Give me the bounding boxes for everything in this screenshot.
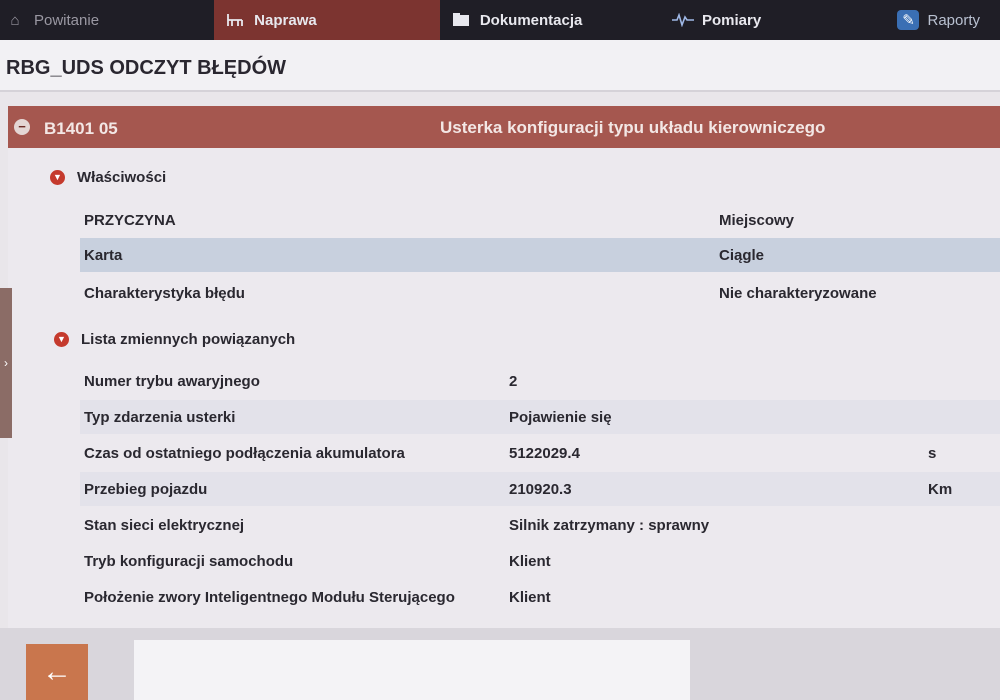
page-title: RBG_UDS ODCZYT BŁĘDÓW [6, 57, 286, 79]
tab-powitanie-label: Powitanie [34, 11, 100, 29]
bottom-info-panel [134, 640, 690, 700]
variable-value: Silnik zatrzymany : sprawny [509, 517, 710, 534]
variable-label: Numer trybu awaryjnego [84, 373, 260, 390]
tab-raporty-label: Raporty [927, 11, 981, 29]
chevron-right-icon: › [4, 356, 8, 370]
property-row: PRZYCZYNA Miejscowy [80, 203, 1000, 237]
variable-row: Położenie zwory Inteligentnego Modułu St… [80, 580, 1000, 614]
tab-raporty[interactable]: ✎ Raporty [889, 0, 1000, 40]
property-label: Karta [84, 247, 123, 264]
top-navigation: ⌂ Powitanie Naprawa Dokumentacja Pomiary… [0, 0, 1000, 40]
variable-row: Czas od ostatniego podłączenia akumulato… [80, 436, 1000, 470]
tab-powitanie[interactable]: ⌂ Powitanie [0, 0, 214, 40]
variable-value: 5122029.4 [509, 445, 580, 462]
fault-description: Usterka konfiguracji typu układu kierown… [440, 118, 826, 137]
variable-row: Typ zdarzenia usterki Pojawienie się [80, 400, 1000, 434]
title-bar: RBG_UDS ODCZYT BŁĘDÓW [0, 40, 1000, 92]
waveform-icon [672, 10, 694, 30]
tab-dokumentacja[interactable]: Dokumentacja [440, 0, 660, 40]
fault-code: B1401 05 [44, 119, 118, 138]
chevron-down-icon: ▼ [54, 332, 69, 347]
properties-section-header[interactable]: ▼ Właściwości [50, 169, 166, 186]
variable-row: Numer trybu awaryjnego 2 [80, 364, 1000, 398]
variable-value: Pojawienie się [509, 409, 612, 426]
property-row: Charakterystyka błędu Nie charakteryzowa… [80, 276, 1000, 310]
property-value: Miejscowy [719, 212, 795, 229]
tab-naprawa-label: Naprawa [254, 11, 317, 29]
variable-label: Typ zdarzenia usterki [84, 409, 236, 426]
variable-label: Tryb konfiguracji samochodu [84, 553, 294, 570]
variable-label: Położenie zwory Inteligentnego Modułu St… [84, 589, 455, 606]
home-icon: ⌂ [10, 11, 20, 29]
tab-naprawa[interactable]: Naprawa [214, 0, 440, 40]
variable-value: Klient [509, 589, 551, 606]
report-icon: ✎ [897, 10, 920, 30]
property-label: PRZYCZYNA [84, 212, 176, 229]
properties-heading: Właściwości [77, 169, 167, 186]
workbench-icon [224, 10, 246, 30]
property-value: Nie charakteryzowane [719, 285, 877, 302]
folder-icon [450, 10, 472, 30]
property-row: Karta Ciągle [80, 238, 1000, 272]
tab-pomiary-label: Pomiary [702, 11, 762, 29]
chevron-down-icon: ▼ [50, 170, 65, 185]
variable-row: Tryb konfiguracji samochodu Klient [80, 544, 1000, 578]
variable-value: 2 [509, 373, 518, 390]
property-value: Ciągle [719, 247, 765, 264]
fault-header[interactable]: − B1401 05 Usterka konfiguracji typu ukł… [8, 106, 1000, 148]
variable-value: Klient [509, 553, 551, 570]
variable-unit: s [928, 445, 937, 462]
collapse-icon[interactable]: − [14, 119, 30, 135]
variable-row: Przebieg pojazdu 210920.3 Km [80, 472, 1000, 506]
side-panel-handle[interactable]: › [0, 288, 12, 438]
tab-dokumentacja-label: Dokumentacja [479, 11, 583, 29]
back-button[interactable]: ← [26, 644, 88, 700]
variable-label: Przebieg pojazdu [84, 481, 208, 498]
bottom-toolbar: ← [0, 628, 1000, 700]
variable-unit: Km [928, 481, 953, 498]
variables-heading: Lista zmiennych powiązanych [81, 331, 296, 348]
variable-row: Stan sieci elektrycznej Silnik zatrzyman… [80, 508, 1000, 542]
arrow-left-icon: ← [42, 655, 72, 688]
variable-label: Stan sieci elektrycznej [84, 517, 245, 534]
variable-value: 210920.3 [509, 481, 572, 498]
tab-pomiary[interactable]: Pomiary [660, 0, 889, 40]
fault-detail-panel: − B1401 05 Usterka konfiguracji typu ukł… [8, 106, 1000, 628]
variables-section-header[interactable]: ▼ Lista zmiennych powiązanych [54, 331, 295, 348]
property-label: Charakterystyka błędu [84, 285, 245, 302]
variable-label: Czas od ostatniego podłączenia akumulato… [84, 445, 405, 462]
